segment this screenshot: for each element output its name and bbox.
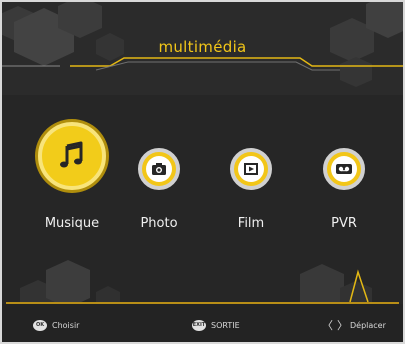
pvr-icon-circle: [323, 148, 365, 190]
multimedia-screen: multimédia Musique Photo Film PVR OK Cho…: [0, 0, 405, 344]
menu-item-label: Film: [237, 216, 265, 231]
film-icon: [244, 163, 258, 175]
camera-icon: [152, 163, 166, 175]
hint-exit: EXIT SORTIE: [192, 318, 240, 332]
hint-move-label: Déplacer: [350, 320, 386, 330]
chevron-left-icon: 〈: [322, 318, 333, 332]
music-note-icon: [60, 141, 83, 168]
film-icon-circle: [230, 148, 272, 190]
hint-exit-label: SORTIE: [211, 320, 240, 330]
hint-choose-label: Choisir: [52, 320, 80, 330]
exit-key-icon: EXIT: [192, 319, 206, 331]
hint-choose: OK Choisir: [33, 318, 79, 332]
bottom-decoration: [20, 260, 372, 304]
menu-item-musique[interactable]: Musique: [26, 118, 118, 238]
chevron-right-icon: 〉: [337, 318, 348, 332]
menu-item-label: Musique: [44, 216, 100, 231]
menu-item-film[interactable]: Film: [205, 118, 297, 238]
hint-move: 〈 〉 Déplacer: [322, 318, 386, 332]
menu-item-pvr[interactable]: PVR: [298, 118, 390, 238]
ok-key-icon: OK: [33, 319, 47, 331]
footer: OK Choisir EXIT SORTIE 〈 〉 Déplacer: [0, 304, 405, 344]
header: multimédia: [0, 0, 405, 95]
menu-item-label: PVR: [331, 216, 357, 231]
menu-item-label: Photo: [140, 216, 178, 231]
page-title: multimédia: [158, 38, 247, 56]
record-icon: [336, 164, 352, 174]
photo-icon-circle: [138, 148, 180, 190]
musique-icon-circle: [38, 122, 106, 190]
menu-item-photo[interactable]: Photo: [113, 118, 205, 238]
